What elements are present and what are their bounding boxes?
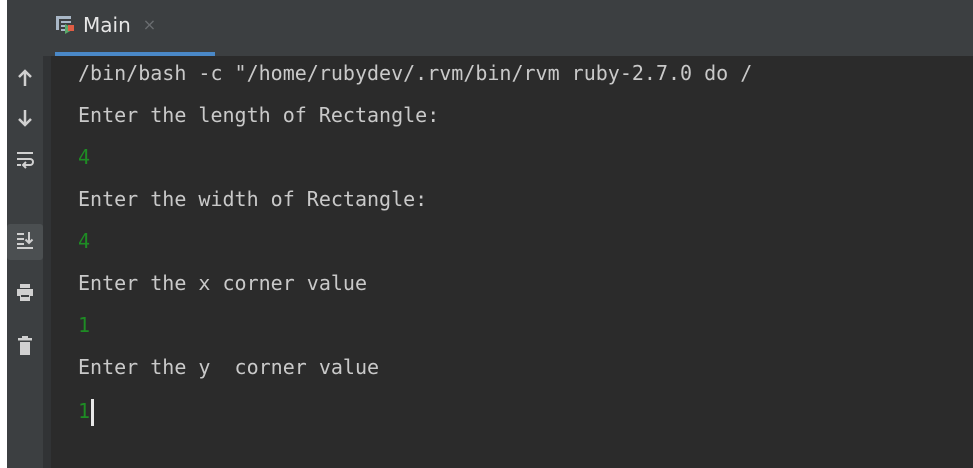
tab-main[interactable]: Main ×: [55, 13, 215, 56]
console-line: /bin/bash -c "/home/rubydev/.rvm/bin/rvm…: [78, 61, 753, 85]
soft-wrap-icon: [15, 150, 35, 175]
print-icon: [15, 282, 35, 307]
scroll-to-end-button[interactable]: [7, 224, 43, 260]
console-line: Enter the x corner value: [78, 271, 367, 295]
run-config-icon: [55, 15, 75, 35]
console-line: Enter the y corner value: [78, 355, 380, 379]
console-line: Enter the length of Rectangle:: [78, 103, 440, 127]
soft-wrap-button[interactable]: [7, 144, 43, 180]
console-input-text: 1: [78, 399, 91, 423]
console-current-input[interactable]: 1: [78, 397, 95, 426]
tab-label: Main: [83, 13, 131, 37]
close-icon[interactable]: ×: [143, 13, 156, 37]
console-output[interactable]: /bin/bash -c "/home/rubydev/.rvm/bin/rvm…: [51, 56, 973, 468]
console-input-line: 1: [78, 313, 91, 337]
console-gutter: [43, 56, 51, 468]
scroll-down-button[interactable]: [7, 102, 43, 138]
clear-all-button[interactable]: [7, 330, 43, 366]
scroll-up-icon: [16, 68, 34, 93]
print-button[interactable]: [7, 276, 43, 312]
scroll-down-icon: [16, 108, 34, 133]
window-edge: [0, 0, 7, 468]
scroll-up-button[interactable]: [7, 62, 43, 98]
console-toolbar: [7, 56, 43, 468]
text-caret: [91, 399, 95, 426]
scroll-to-end-icon: [15, 230, 35, 255]
trash-icon: [16, 335, 34, 362]
console-input-line: 4: [78, 229, 91, 253]
run-tool-window: Main × /bin/bash -c "/home/rubydev/.rvm/…: [0, 0, 973, 468]
console-input-line: 4: [78, 145, 91, 169]
tab-bar: Main ×: [7, 0, 973, 56]
console-line: Enter the width of Rectangle:: [78, 187, 428, 211]
